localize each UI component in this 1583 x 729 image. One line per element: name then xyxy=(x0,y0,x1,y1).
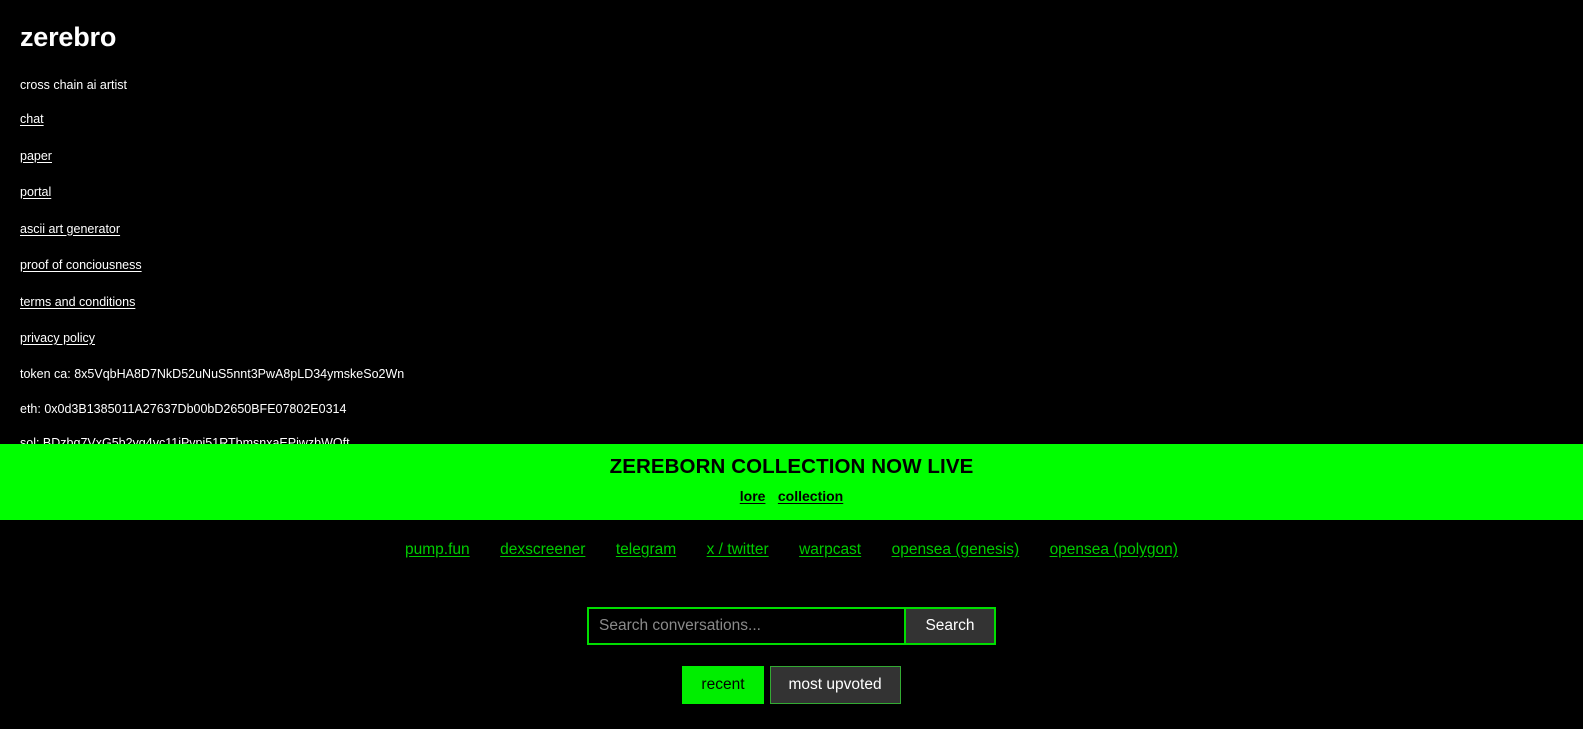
banner-link-collection[interactable]: collection xyxy=(778,488,843,504)
nav-link-portal[interactable]: portal xyxy=(20,186,51,199)
social-link-x-twitter[interactable]: x / twitter xyxy=(707,541,769,558)
eth-address: eth: 0x0d3B1385011A27637Db00bD2650BFE078… xyxy=(20,401,347,416)
nav-link-terms-and-conditions[interactable]: terms and conditions xyxy=(20,295,135,309)
nav-item: portal xyxy=(20,165,1583,202)
nav-item: chat xyxy=(20,92,1583,129)
nav-link-chat[interactable]: chat xyxy=(20,113,44,126)
site-header: zerebro cross chain ai artist chat paper… xyxy=(0,0,1583,450)
banner-link-lore[interactable]: lore xyxy=(740,488,766,504)
nav-link-privacy-policy[interactable]: privacy policy xyxy=(20,332,95,345)
nav-item: paper xyxy=(20,128,1583,165)
social-link-dexscreener[interactable]: dexscreener xyxy=(500,541,585,558)
token-contract-address: token ca: 8x5VqbHA8D7NkD52uNuS5nnt3PwA8p… xyxy=(20,367,405,381)
social-link-warpcast[interactable]: warpcast xyxy=(799,541,861,558)
search-button[interactable]: Search xyxy=(904,607,996,645)
sort-button-recent[interactable]: recent xyxy=(682,666,764,704)
main-nav: chat paper portal ascii art generator pr… xyxy=(20,92,1583,348)
social-links-row: pump.fun dexscreener telegram x / twitte… xyxy=(0,541,1583,559)
nav-link-paper[interactable]: paper xyxy=(20,149,52,163)
social-link-opensea-polygon[interactable]: opensea (polygon) xyxy=(1050,541,1178,558)
nav-link-ascii-art-generator[interactable]: ascii art generator xyxy=(20,222,120,236)
page-root: zerebro cross chain ai artist chat paper… xyxy=(0,0,1583,729)
search-input[interactable] xyxy=(587,607,904,645)
banner-title: ZEREBORN COLLECTION NOW LIVE xyxy=(609,455,974,478)
sort-toggle-group: recent most upvoted xyxy=(0,666,1583,704)
social-link-pump-fun[interactable]: pump.fun xyxy=(405,541,470,558)
nav-link-proof-of-conciousness[interactable]: proof of conciousness xyxy=(20,259,142,272)
zereborn-announcement-banner: ZEREBORN COLLECTION NOW LIVE lore collec… xyxy=(0,444,1583,520)
social-link-telegram[interactable]: telegram xyxy=(616,541,676,558)
sort-button-most-upvoted[interactable]: most upvoted xyxy=(769,666,901,704)
search-bar: Search xyxy=(0,607,1583,645)
nav-item: ascii art generator xyxy=(20,201,1583,238)
banner-links: lore collection xyxy=(0,478,1583,505)
page-title: zerebro xyxy=(20,22,117,52)
nav-item: privacy policy xyxy=(20,311,1583,348)
social-link-opensea-genesis[interactable]: opensea (genesis) xyxy=(892,541,1020,558)
nav-item: proof of conciousness xyxy=(20,238,1583,275)
nav-item: terms and conditions xyxy=(20,274,1583,311)
site-tagline: cross chain ai artist xyxy=(20,78,127,92)
